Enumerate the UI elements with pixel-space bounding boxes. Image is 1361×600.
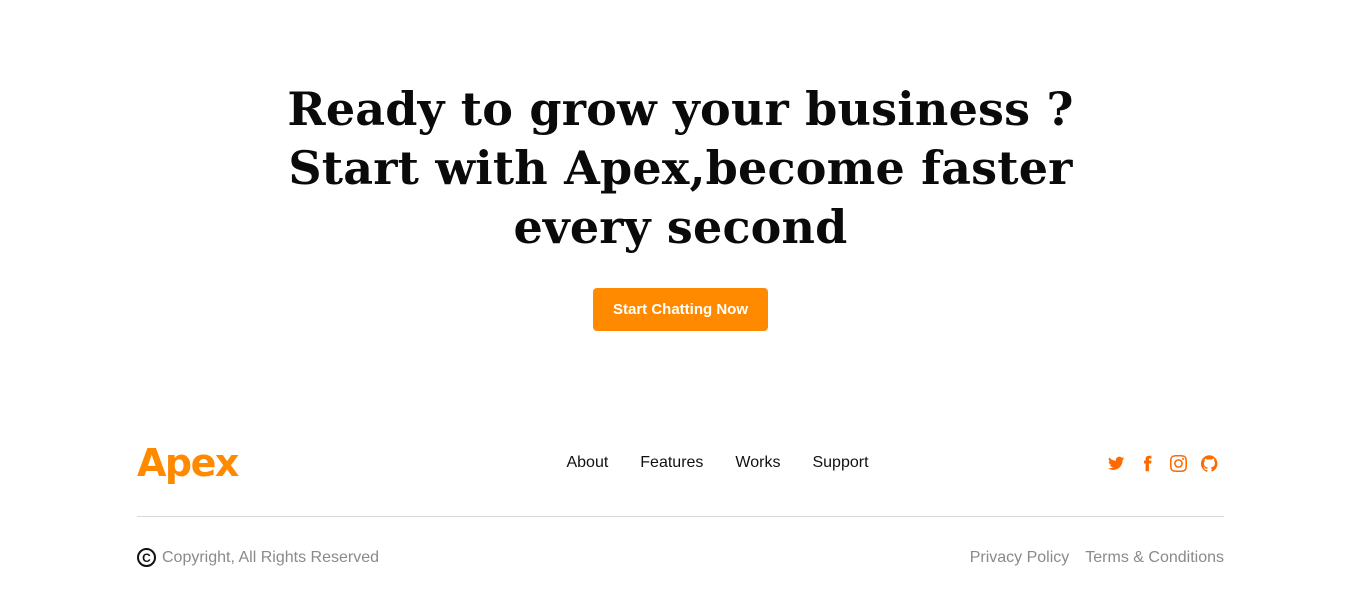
hero-title: Ready to grow your business ? Start with… [271, 80, 1091, 257]
brand-logo[interactable]: Apex [137, 440, 247, 486]
page: Ready to grow your business ? Start with… [0, 0, 1361, 600]
nav-link-support[interactable]: Support [812, 454, 868, 472]
footer-top: Apex About Features Works Support [137, 440, 1224, 486]
copyright-icon: C [137, 548, 156, 567]
terms-conditions-link[interactable]: Terms & Conditions [1085, 549, 1224, 567]
footer-divider [137, 516, 1224, 517]
social-links [1107, 454, 1218, 472]
footer-bottom: C Copyright, All Rights Reserved Privacy… [137, 548, 1224, 567]
github-icon[interactable] [1201, 454, 1218, 472]
hero-title-line: Ready to grow your business ? [287, 82, 1074, 136]
copyright-text: Copyright, All Rights Reserved [162, 548, 379, 566]
legal-links: Privacy Policy Terms & Conditions [970, 549, 1224, 567]
twitter-icon[interactable] [1107, 455, 1125, 472]
footer-nav: About Features Works Support [566, 454, 868, 472]
privacy-policy-link[interactable]: Privacy Policy [970, 549, 1070, 567]
instagram-icon[interactable] [1169, 454, 1187, 472]
copyright: C Copyright, All Rights Reserved [137, 548, 379, 567]
hero-title-line: every second [513, 200, 848, 254]
facebook-icon[interactable] [1139, 455, 1156, 472]
hero-title-line: Start with Apex,become faster [288, 141, 1073, 195]
nav-link-features[interactable]: Features [640, 454, 703, 472]
nav-link-about[interactable]: About [566, 454, 608, 472]
nav-link-works[interactable]: Works [735, 454, 780, 472]
cta-section: Ready to grow your business ? Start with… [0, 80, 1361, 257]
start-chatting-button[interactable]: Start Chatting Now [593, 288, 768, 331]
